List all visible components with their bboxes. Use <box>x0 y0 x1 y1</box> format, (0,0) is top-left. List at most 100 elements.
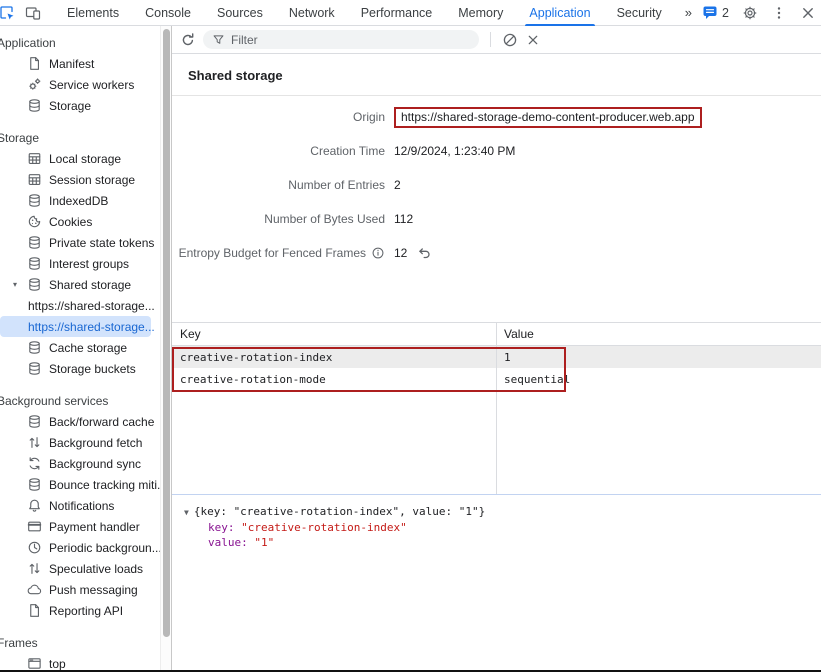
chevron-down-icon[interactable]: ▾ <box>13 280 17 289</box>
sidebar-item-periodic-backgroun[interactable]: Periodic backgroun... <box>0 537 159 558</box>
sidebar-item-https-shared-storage[interactable]: https://shared-storage... <box>0 295 159 316</box>
card-icon <box>27 519 42 534</box>
metadata-row-number-of-entries: Number of Entries 2 <box>172 168 821 202</box>
tab-console[interactable]: Console <box>132 0 204 26</box>
tab-application[interactable]: Application <box>516 0 603 26</box>
inspect-element-icon[interactable] <box>0 0 20 26</box>
sidebar-item-cookies[interactable]: Cookies <box>0 211 159 232</box>
column-header-key[interactable]: Key <box>172 323 497 345</box>
sidebar-item-label: Session storage <box>49 173 135 187</box>
devtools-tabbar: ElementsConsoleSourcesNetworkPerformance… <box>0 0 821 26</box>
close-devtools-icon[interactable] <box>800 5 816 21</box>
clear-all-icon[interactable] <box>502 32 518 48</box>
sidebar-item-private-state-tokens[interactable]: Private state tokens <box>0 232 159 253</box>
sidebar-item-speculative-loads[interactable]: Speculative loads <box>0 558 159 579</box>
property-name: key: <box>208 521 235 534</box>
toolbar-divider <box>490 32 491 47</box>
metadata-row-origin: Origin https://shared-storage-demo-conten… <box>172 100 821 134</box>
cell-value: sequential <box>497 368 821 390</box>
table-row[interactable]: creative-rotation-index1 <box>172 346 821 368</box>
cell-key: creative-rotation-mode <box>172 368 497 390</box>
tab-performance[interactable]: Performance <box>348 0 446 26</box>
filter-input[interactable] <box>231 33 470 47</box>
tab-strip: ElementsConsoleSourcesNetworkPerformance… <box>54 0 675 26</box>
info-icon[interactable] <box>371 246 385 260</box>
sidebar-section-frames: Frames <box>0 634 159 651</box>
sidebar-item-manifest[interactable]: Manifest <box>0 53 159 74</box>
reset-budget-icon[interactable] <box>416 245 432 261</box>
table-header-row: Key Value <box>172 323 821 346</box>
sidebar-item-https-shared-storage[interactable]: https://shared-storage... <box>0 316 151 337</box>
metadata-value-text: 2 <box>394 178 401 192</box>
sidebar-item-back-forward-cache[interactable]: Back/forward cache <box>0 411 159 432</box>
sidebar-item-interest-groups[interactable]: Interest groups <box>0 253 159 274</box>
sidebar-item-label: Storage buckets <box>49 362 136 376</box>
delete-selected-icon[interactable] <box>525 32 541 48</box>
property-name: value: <box>208 536 248 549</box>
kebab-menu-icon[interactable] <box>771 5 787 21</box>
metadata-value: https://shared-storage-demo-content-prod… <box>394 107 702 128</box>
sidebar-item-shared-storage[interactable]: ▾ Shared storage <box>0 274 159 295</box>
panel-toolbar <box>172 26 821 54</box>
sidebar-item-indexeddb[interactable]: IndexedDB <box>0 190 159 211</box>
metadata-value: 12/9/2024, 1:23:40 PM <box>394 144 515 158</box>
updown-icon <box>27 561 42 576</box>
sidebar-item-label: Background fetch <box>49 436 142 450</box>
database-icon <box>27 235 42 250</box>
settings-gear-icon[interactable] <box>742 5 758 21</box>
metadata-label: Origin <box>172 110 385 124</box>
sidebar-item-label: Private state tokens <box>49 236 154 250</box>
sidebar-item-label: Back/forward cache <box>49 415 154 429</box>
sidebar-item-label: Shared storage <box>49 278 131 292</box>
database-icon <box>27 193 42 208</box>
sidebar-scrollbar-thumb[interactable] <box>163 29 170 637</box>
worker-icon <box>27 77 42 92</box>
preview-summary: {key: "creative-rotation-index", value: … <box>194 504 485 519</box>
expander-triangle-icon[interactable]: ▼ <box>184 505 189 520</box>
origin-value-highlighted: https://shared-storage-demo-content-prod… <box>394 107 702 128</box>
metadata-label: Number of Entries <box>172 178 385 192</box>
tab-elements[interactable]: Elements <box>54 0 132 26</box>
metadata-label-text: Origin <box>353 110 385 124</box>
metadata-value: 112 <box>394 212 413 226</box>
metadata-label-text: Entropy Budget for Fenced Frames <box>179 246 366 260</box>
sidebar-item-local-storage[interactable]: Local storage <box>0 148 159 169</box>
updown-icon <box>27 435 42 450</box>
sidebar-scrollbar <box>160 26 171 670</box>
metadata-value-text: 12/9/2024, 1:23:40 PM <box>394 144 515 158</box>
sidebar-item-service-workers[interactable]: Service workers <box>0 74 159 95</box>
more-tabs-button[interactable]: » <box>675 5 703 20</box>
sidebar-item-storage[interactable]: Storage <box>0 95 159 116</box>
tab-memory[interactable]: Memory <box>445 0 516 26</box>
sidebar-item-label: Cookies <box>49 215 92 229</box>
tabbar-right-controls: 2 <box>703 5 821 21</box>
sidebar-item-push-messaging[interactable]: Push messaging <box>0 579 159 600</box>
tab-sources[interactable]: Sources <box>204 0 276 26</box>
grid-icon <box>27 172 42 187</box>
sidebar-section-storage: Storage <box>0 129 159 146</box>
sidebar-item-notifications[interactable]: Notifications <box>0 495 159 516</box>
shared-storage-panel: Shared storage Originhttps://shared-stor… <box>172 26 821 670</box>
column-header-value[interactable]: Value <box>497 323 821 345</box>
refresh-icon[interactable] <box>180 32 196 48</box>
metadata-value-text: 112 <box>394 212 413 226</box>
sidebar-item-session-storage[interactable]: Session storage <box>0 169 159 190</box>
sidebar-item-background-sync[interactable]: Background sync <box>0 453 159 474</box>
tab-network[interactable]: Network <box>276 0 348 26</box>
table-row[interactable]: creative-rotation-modesequential <box>172 368 821 390</box>
issues-counter[interactable]: 2 <box>703 6 729 20</box>
sidebar-item-background-fetch[interactable]: Background fetch <box>0 432 159 453</box>
sidebar-section-application: Application <box>0 34 159 51</box>
sidebar-item-reporting-api[interactable]: Reporting API <box>0 600 159 621</box>
sidebar-item-storage-buckets[interactable]: Storage buckets <box>0 358 159 379</box>
tab-security[interactable]: Security <box>604 0 675 26</box>
metadata-value-text: 12 <box>394 246 407 260</box>
sidebar-item-label: Notifications <box>49 499 114 513</box>
sidebar-item-label: Service workers <box>49 78 134 92</box>
sidebar-item-label: Push messaging <box>49 583 138 597</box>
device-toolbar-icon[interactable] <box>20 0 46 26</box>
sidebar-item-payment-handler[interactable]: Payment handler <box>0 516 159 537</box>
sidebar-item-cache-storage[interactable]: Cache storage <box>0 337 159 358</box>
sidebar-item-bounce-tracking-miti[interactable]: Bounce tracking miti... <box>0 474 159 495</box>
sidebar-item-top[interactable]: top <box>0 653 159 670</box>
